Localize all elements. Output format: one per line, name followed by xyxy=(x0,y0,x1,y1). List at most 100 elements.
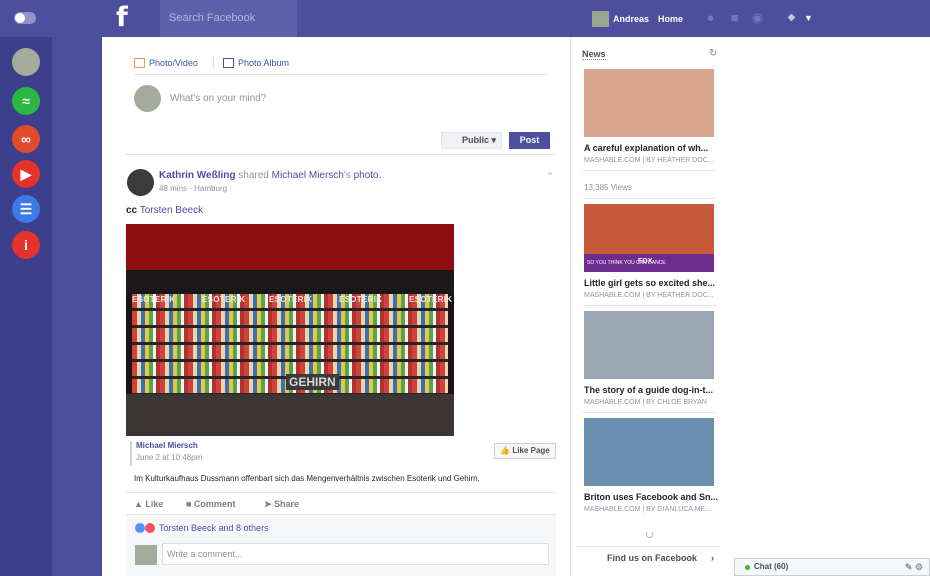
photo-label: ESOTERIK xyxy=(339,295,383,304)
divider xyxy=(583,170,716,171)
news-title[interactable]: Little girl gets so excited she... xyxy=(584,278,718,288)
photo-label: ESOTERIK xyxy=(409,295,453,304)
info-icon[interactable]: i xyxy=(12,231,40,259)
tab-photo-video[interactable]: Photo/Video xyxy=(134,58,198,68)
like-page-label: Like Page xyxy=(512,446,550,455)
photo-ceiling xyxy=(126,224,454,270)
post-description: Im Kulturkaufhaus Dussmann offenbart sic… xyxy=(134,474,480,483)
post-photo[interactable]: ESOTERIK ESOTERIK ESOTERIK ESOTERIK ESOT… xyxy=(126,224,454,436)
composer-tabs: Photo/Video Photo Album xyxy=(134,58,548,75)
shared-from-link[interactable]: Michael Miersch xyxy=(272,170,344,181)
home-link[interactable]: Home xyxy=(658,14,683,24)
menu-toggle[interactable] xyxy=(14,12,36,24)
column-divider xyxy=(570,37,571,576)
photo-icon xyxy=(134,58,145,68)
photo-label: ESOTERIK xyxy=(269,295,313,304)
news-views: 13,385 Views xyxy=(584,183,632,192)
divider xyxy=(583,305,716,306)
privacy-label: Public xyxy=(462,135,490,145)
post-actions: ▲ Like ■ Comment ➤ Share xyxy=(126,492,556,514)
news-source: MASHABLE.COM | BY HEATHER DOC... xyxy=(584,292,714,299)
post-location[interactable]: Hamburg xyxy=(194,184,227,193)
news-thumbnail[interactable]: SO YOU THINK YOU CAN DANCE FOX xyxy=(584,204,714,272)
tab-photo-album[interactable]: Photo Album xyxy=(213,58,289,68)
notifications-icon[interactable]: ◉ xyxy=(750,11,765,25)
like-reaction-icon xyxy=(135,523,145,533)
privacy-selector[interactable]: Public ▾ xyxy=(441,132,502,149)
divider xyxy=(583,412,716,413)
like-label: Like xyxy=(145,499,164,509)
love-reaction-icon xyxy=(145,523,155,533)
like-page-button[interactable]: 👍 Like Page xyxy=(494,443,556,459)
news-title[interactable]: Briton uses Facebook and Sn... xyxy=(584,492,718,502)
news-thumbnail[interactable] xyxy=(584,311,714,379)
news-thumbnail[interactable] xyxy=(584,418,714,486)
app-rail: ≈ ∞ ▶ ☰ i xyxy=(0,37,52,576)
privacy-lock-icon[interactable]: ◆ xyxy=(784,11,799,25)
profile-avatar[interactable] xyxy=(12,48,40,76)
like-button[interactable]: ▲ Like xyxy=(134,499,163,509)
chat-label: Chat (60) xyxy=(754,562,789,571)
chevron-right-icon: › xyxy=(711,553,714,563)
news-source: MASHABLE.COM | BY HEATHER DOC... xyxy=(584,157,714,164)
divider xyxy=(125,154,556,155)
photo-label: ESOTERIK xyxy=(132,295,176,304)
possessive: 's xyxy=(343,170,351,181)
post-button[interactable]: Post xyxy=(509,132,550,149)
rss-icon[interactable]: ≈ xyxy=(12,87,40,115)
tagged-user-link[interactable]: Torsten Beeck xyxy=(140,205,203,216)
photo-floor xyxy=(126,394,454,436)
news-source: MASHABLE.COM | BY CHLOE BRYAN xyxy=(584,399,707,406)
loading-spinner-icon xyxy=(646,531,653,538)
news-title[interactable]: The story of a guide dog-in-t... xyxy=(584,385,718,395)
messages-icon[interactable]: ■ xyxy=(727,11,742,25)
news-title[interactable]: A careful explanation of wh... xyxy=(584,143,718,153)
photo-wall xyxy=(126,270,454,294)
user-avatar[interactable] xyxy=(592,11,609,27)
chat-bar[interactable]: Chat (60) ✎ ⚙ xyxy=(734,558,930,576)
user-name-link[interactable]: Andreas xyxy=(613,14,649,24)
post-author-avatar[interactable] xyxy=(127,169,154,196)
comment-button[interactable]: ■ Comment xyxy=(186,499,235,509)
reactions-summary[interactable]: Torsten Beeck and 8 others xyxy=(159,523,269,533)
post-meta: 48 mins · Hamburg · xyxy=(159,184,232,193)
chevron-down-icon[interactable]: ▼ xyxy=(801,11,816,25)
comment-label: Comment xyxy=(193,499,236,509)
divider xyxy=(583,198,716,199)
friend-requests-icon[interactable]: ● xyxy=(703,11,718,25)
photo-link[interactable]: photo. xyxy=(354,170,382,181)
find-us-link[interactable]: Find us on Facebook › xyxy=(577,546,720,568)
shared-word: shared xyxy=(238,170,269,181)
refresh-icon[interactable]: ↻ xyxy=(709,48,717,59)
mail-icon[interactable]: ✉ xyxy=(119,121,139,141)
post-author[interactable]: Kathrin Weßling xyxy=(159,170,235,181)
status-input[interactable]: What's on your mind? xyxy=(170,93,266,104)
source-name[interactable]: Michael Miersch xyxy=(136,441,202,450)
composer-avatar xyxy=(134,85,161,112)
album-icon xyxy=(223,58,234,68)
news-source: MASHABLE.COM | BY GIANLUCA ME... xyxy=(584,506,711,513)
news-thumbnail[interactable] xyxy=(584,69,714,137)
facebook-logo[interactable]: f xyxy=(116,2,128,34)
source-date[interactable]: June 2 at 10:48pm xyxy=(136,453,202,462)
reactions-area: Torsten Beeck and 8 others Write a comme… xyxy=(126,514,556,576)
search-input[interactable]: Search Facebook xyxy=(160,0,297,37)
post-text: cc Torsten Beeck xyxy=(126,205,203,216)
post-text-prefix: cc xyxy=(126,205,138,216)
chat-settings-icon[interactable]: ✎ ⚙ xyxy=(905,559,923,575)
top-bar: f Search Facebook Andreas Home ● ■ ◉ ◆ ▼ xyxy=(0,0,930,37)
play-icon[interactable]: ▶ xyxy=(12,160,40,188)
post-time[interactable]: 48 mins xyxy=(159,184,187,193)
comment-input[interactable]: Write a comment... xyxy=(162,543,549,565)
share-label: Share xyxy=(274,499,300,509)
post-options-chevron-icon[interactable]: ⌄ xyxy=(546,167,554,178)
list-icon[interactable]: ☰ xyxy=(12,195,40,223)
commenter-avatar xyxy=(135,545,157,565)
shared-source: Michael Miersch June 2 at 10:48pm xyxy=(130,441,202,466)
share-button[interactable]: ➤ Share xyxy=(264,499,299,510)
tv-badge: FOX xyxy=(638,258,653,265)
post-header: Kathrin Weßling shared Michael Miersch's… xyxy=(159,170,381,181)
binoculars-icon[interactable]: ∞ xyxy=(12,125,40,153)
photo-sign: GEHIRN xyxy=(286,374,339,390)
news-header: News xyxy=(582,49,606,60)
